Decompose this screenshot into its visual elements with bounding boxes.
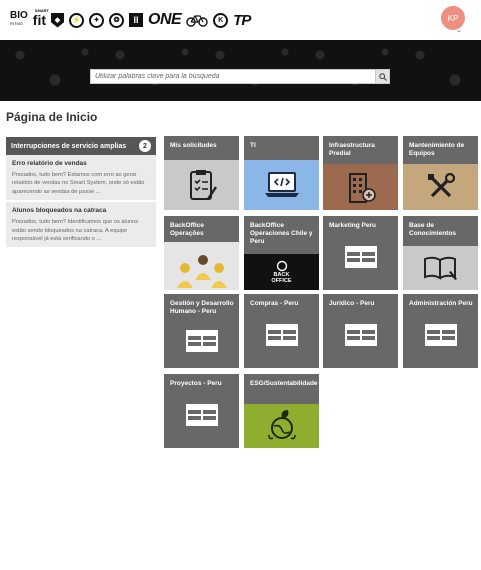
tools-icon [403, 164, 478, 210]
backoffice-icon: BACK OFFICE [244, 254, 319, 290]
incident-body: Prezados, tudo bem? Identificamos que os… [12, 219, 139, 243]
tile-label: Marketing Peru [329, 222, 376, 229]
tile-administracion-peru[interactable]: Administración Peru [403, 294, 478, 368]
tile-juridico-peru[interactable]: Juridico - Peru [323, 294, 398, 368]
tile-mis-solicitudes[interactable]: Mis solicitudes [164, 136, 239, 210]
brand-circle-glyph-4: K [218, 16, 224, 24]
tile-label: Mantenimiento de Equipos [409, 142, 465, 157]
hero-banner [0, 40, 481, 101]
bio-ritmo-subtext: RITMO [10, 21, 23, 26]
brand-logos: BIO RITMO SMART fit ◆ ⚡ ✦ ❂ II ONE K TP [10, 8, 251, 31]
search-button[interactable] [375, 70, 389, 83]
tile-label: BackOffice Operaciones Chile y Peru [250, 222, 313, 245]
top-bar: BIO RITMO SMART fit ◆ ⚡ ✦ ❂ II ONE K TP … [0, 0, 481, 40]
table-icon [345, 324, 377, 346]
smart-fit-subtext: SMART [34, 8, 50, 13]
brand-circle-glyph-1: ⚡ [72, 17, 81, 24]
tile-label: Infraestructura Predial [329, 142, 375, 157]
tile-label: ESG/Sustentabilidade [250, 380, 318, 387]
tile-label: Compras - Peru [250, 300, 299, 307]
tile-mantenimiento-de-equipos[interactable]: Mantenimiento de Equipos [403, 136, 478, 210]
brand-box-glyph: II [133, 15, 139, 25]
tile-ti[interactable]: TI [244, 136, 319, 210]
tile-label: TI [250, 142, 256, 149]
tile-label: Juridico - Peru [329, 300, 375, 307]
brand-shield-glyph: ◆ [54, 17, 61, 24]
bike-icon [186, 15, 208, 27]
tile-label: Base de Conocimientos [409, 222, 456, 237]
tile-gestion-desarrollo-humano[interactable]: Gestión y Desarrollo Humano - Peru [164, 294, 239, 368]
tp-logo[interactable]: TP [233, 11, 251, 29]
panel-title: Interrupciones de servicio amplias [11, 142, 127, 150]
chevron-down-icon[interactable]: ⌄ [456, 26, 462, 34]
incident-title: Alunos bloqueados na catraca [12, 207, 107, 215]
smart-fit-text: fit [32, 12, 46, 28]
people-icon [164, 242, 239, 290]
table-icon [425, 324, 457, 346]
tile-label: Mis solicitudes [170, 142, 217, 149]
tile-label: Proyectos - Peru [170, 380, 222, 387]
one-logo-text: ONE [148, 11, 182, 28]
globe-leaf-icon [244, 404, 319, 448]
brand-circle-logo-2[interactable]: ✦ [89, 12, 104, 28]
laptop-code-icon [244, 160, 319, 210]
brand-circle-logo-3[interactable]: ❂ [109, 12, 124, 28]
brand-circle-logo-4[interactable]: K [213, 12, 229, 28]
one-logo[interactable]: ONE [148, 11, 182, 29]
bio-ritmo-logo[interactable]: BIO RITMO [10, 10, 28, 28]
tile-label: Administración Peru [409, 300, 473, 307]
incident-count-badge: 2 [139, 140, 151, 152]
service-interruptions-panel: Interrupciones de servicio amplias 2 Err… [6, 137, 156, 250]
brand-circle-glyph-2: ✦ [93, 17, 100, 24]
clipboard-icon [164, 160, 239, 210]
brand-circle-glyph-3: ❂ [113, 17, 120, 24]
table-icon [266, 324, 298, 346]
tile-compras-peru[interactable]: Compras - Peru [244, 294, 319, 368]
tile-esg-sustentabilidade[interactable]: ESG/Sustentabilidade [244, 374, 319, 448]
table-icon [186, 404, 218, 426]
brand-box-logo[interactable]: II [129, 13, 143, 27]
tile-infraestructura-predial[interactable]: Infraestructura Predial [323, 136, 398, 210]
smart-fit-logo[interactable]: SMART fit [32, 8, 49, 28]
tile-proyectos-peru[interactable]: Proyectos - Peru [164, 374, 239, 448]
tile-label: Gestión y Desarrollo Humano - Peru [170, 300, 234, 315]
user-initials: KP [447, 13, 459, 23]
book-icon [403, 246, 478, 290]
panel-header[interactable]: Interrupciones de servicio amplias 2 [6, 137, 156, 155]
tile-marketing-peru[interactable]: Marketing Peru [323, 216, 398, 290]
incident-item[interactable]: Erro relatório de vendas Prezados, tudo … [6, 155, 156, 203]
search-bar [90, 69, 390, 84]
tile-base-de-conocimientos[interactable]: Base de Conocimientos [403, 216, 478, 290]
incident-title: Erro relatório de vendas [12, 160, 87, 167]
backoffice-badge-text: BACK OFFICE [271, 272, 292, 284]
bike-logo[interactable] [186, 13, 208, 27]
search-input[interactable] [91, 70, 375, 83]
tile-backoffice-operacoes[interactable]: BackOffice Operações [164, 216, 239, 290]
building-icon [323, 164, 398, 210]
incident-body: Prezados, tudo bem? Estamos com erro ao … [12, 172, 145, 195]
brand-circle-logo-1[interactable]: ⚡ [69, 12, 84, 28]
table-icon [186, 330, 218, 352]
search-icon [378, 72, 387, 81]
tile-backoffice-chile-peru[interactable]: BackOffice Operaciones Chile y Peru BACK… [244, 216, 319, 290]
brand-shield-logo[interactable]: ◆ [51, 12, 64, 28]
table-icon [345, 246, 377, 268]
tile-label: BackOffice Operações [170, 222, 204, 237]
tp-logo-text: TP [233, 11, 251, 29]
incident-item[interactable]: Alunos bloqueados na catraca Prezados, t… [6, 202, 156, 250]
page-title: Página de Inicio [6, 110, 98, 124]
bio-ritmo-text: BIO [10, 10, 28, 21]
